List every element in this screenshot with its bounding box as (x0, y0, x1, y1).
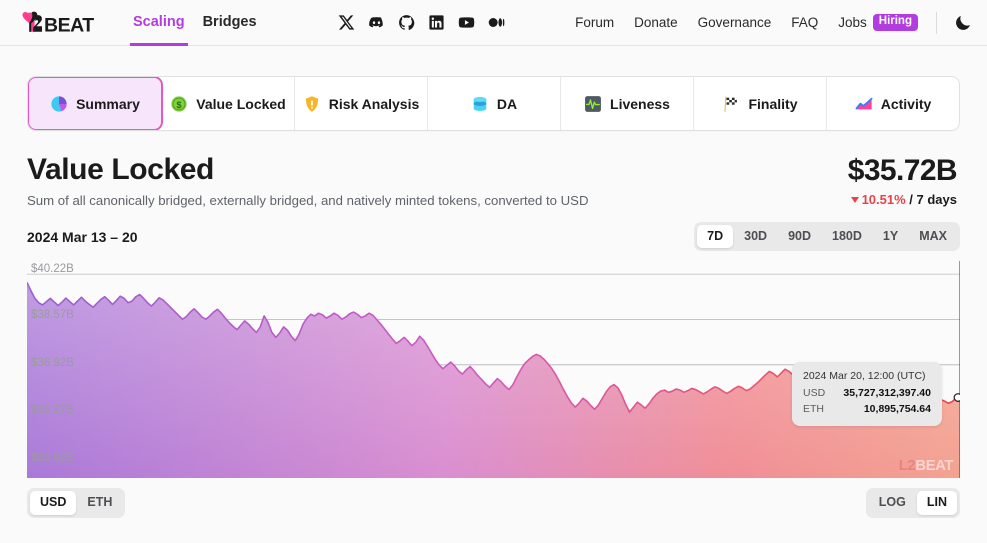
discord-icon[interactable] (368, 14, 385, 31)
tooltip-usd-value: 35,727,312,397.40 (843, 387, 931, 400)
scale-option-lin[interactable]: LIN (916, 491, 957, 515)
tab-activity-label: Activity (880, 95, 932, 112)
pie-chart-icon (51, 95, 67, 112)
chart-footer-controls: USD ETH LOG LIN (0, 478, 987, 518)
unit-option-eth[interactable]: ETH (77, 491, 122, 514)
range-option-max[interactable]: MAX (909, 225, 957, 248)
header-divider (936, 11, 937, 34)
main-navigation: Scaling Bridges (124, 0, 266, 46)
nav-item-donate[interactable]: Donate (624, 15, 688, 30)
chart-tooltip: 2024 Mar 20, 12:00 (UTC) USD 35,727,312,… (792, 362, 942, 426)
tabbar-container: Summary $ Value Locked Risk Analysis DA … (0, 46, 987, 131)
tab-da[interactable]: DA (428, 77, 561, 130)
svg-text:BEAT: BEAT (44, 14, 94, 36)
chart-hover-point (953, 393, 960, 403)
jobs-label[interactable]: Jobs (828, 15, 873, 30)
dark-mode-moon-icon[interactable] (953, 13, 973, 33)
social-links (338, 14, 505, 31)
nav-item-scaling[interactable]: Scaling (124, 0, 194, 46)
tab-activity[interactable]: Activity (827, 77, 959, 130)
scale-option-log[interactable]: LOG (869, 491, 916, 514)
change-period: / 7 days (909, 191, 957, 207)
dollar-coin-icon: $ (171, 95, 187, 112)
tab-risk-analysis-label: Risk Analysis (328, 95, 420, 112)
checkered-flag-icon (724, 96, 738, 112)
hiring-badge: Hiring (872, 14, 918, 31)
tab-liveness-label: Liveness (610, 95, 670, 112)
tooltip-row-usd: USD 35,727,312,397.40 (803, 386, 931, 401)
tab-value-locked[interactable]: $ Value Locked (162, 77, 295, 130)
tab-finality[interactable]: Finality (694, 77, 827, 130)
range-option-180d[interactable]: 180D (822, 225, 872, 248)
project-tabs: Summary $ Value Locked Risk Analysis DA … (27, 76, 960, 131)
tab-summary-label: Summary (76, 95, 140, 112)
svg-text:$: $ (177, 99, 182, 109)
range-option-1y[interactable]: 1Y (873, 225, 908, 248)
range-option-90d[interactable]: 90D (778, 225, 821, 248)
tab-liveness[interactable]: Liveness (561, 77, 694, 130)
nav-item-bridges[interactable]: Bridges (194, 0, 266, 46)
tab-finality-label: Finality (748, 95, 798, 112)
database-icon (473, 96, 487, 111)
range-selector: 7D 30D 90D 180D 1Y MAX (694, 222, 960, 252)
unit-selector: USD ETH (27, 488, 126, 518)
tab-da-label: DA (496, 95, 518, 112)
x-icon[interactable] (338, 14, 355, 31)
value-locked-chart[interactable]: $40.22B $38.57B $36.92B $35.27B $33.62B … (27, 261, 960, 479)
unit-option-usd[interactable]: USD (30, 491, 77, 515)
linkedin-icon[interactable] (428, 14, 445, 31)
area-chart-icon (855, 97, 873, 109)
utility-navigation: Forum Donate Governance FAQ Jobs Hiring (565, 11, 973, 34)
tooltip-usd-key: USD (803, 387, 826, 400)
range-option-7d[interactable]: 7D (697, 225, 734, 249)
change-indicator: 10.51% / 7 days (848, 192, 957, 207)
tab-risk-analysis[interactable]: Risk Analysis (295, 77, 428, 130)
nav-item-forum[interactable]: Forum (565, 15, 624, 30)
range-option-30d[interactable]: 30D (734, 225, 777, 248)
total-value: $35.72B (847, 154, 958, 187)
medium-icon[interactable] (488, 14, 505, 31)
date-range-label: 2024 Mar 13 – 20 (27, 228, 138, 245)
tab-value-locked-label: Value Locked (196, 95, 286, 112)
pulse-icon (585, 95, 601, 112)
tab-summary[interactable]: Summary (28, 77, 163, 130)
site-header: BEAT Scaling Bridges Forum Donate Govern… (0, 0, 987, 46)
change-percent: 10.51% (861, 191, 906, 207)
scale-selector: LOG LIN (865, 488, 960, 518)
youtube-icon[interactable] (458, 14, 475, 31)
value-locked-header: Value Locked Sum of all canonically brid… (0, 131, 987, 208)
page-title: Value Locked (27, 153, 214, 186)
nav-item-governance[interactable]: Governance (688, 15, 782, 30)
tooltip-eth-value: 10,895,754.64 (863, 402, 931, 415)
github-icon[interactable] (398, 14, 415, 31)
page-subtitle: Sum of all canonically bridged, external… (27, 193, 589, 208)
tooltip-row-eth: ETH 10,895,754.64 (803, 402, 931, 417)
l2beat-logo[interactable]: BEAT (22, 10, 96, 36)
chart-range-row: 2024 Mar 13 – 20 7D 30D 90D 180D 1Y MAX (0, 208, 987, 252)
tooltip-eth-key: ETH (803, 402, 824, 415)
nav-item-jobs[interactable]: Jobs Hiring (828, 14, 922, 31)
tooltip-date: 2024 Mar 20, 12:00 (UTC) (803, 370, 926, 383)
nav-item-faq[interactable]: FAQ (781, 15, 828, 30)
warning-shield-icon (305, 95, 318, 112)
change-down-arrow-icon (850, 196, 859, 203)
